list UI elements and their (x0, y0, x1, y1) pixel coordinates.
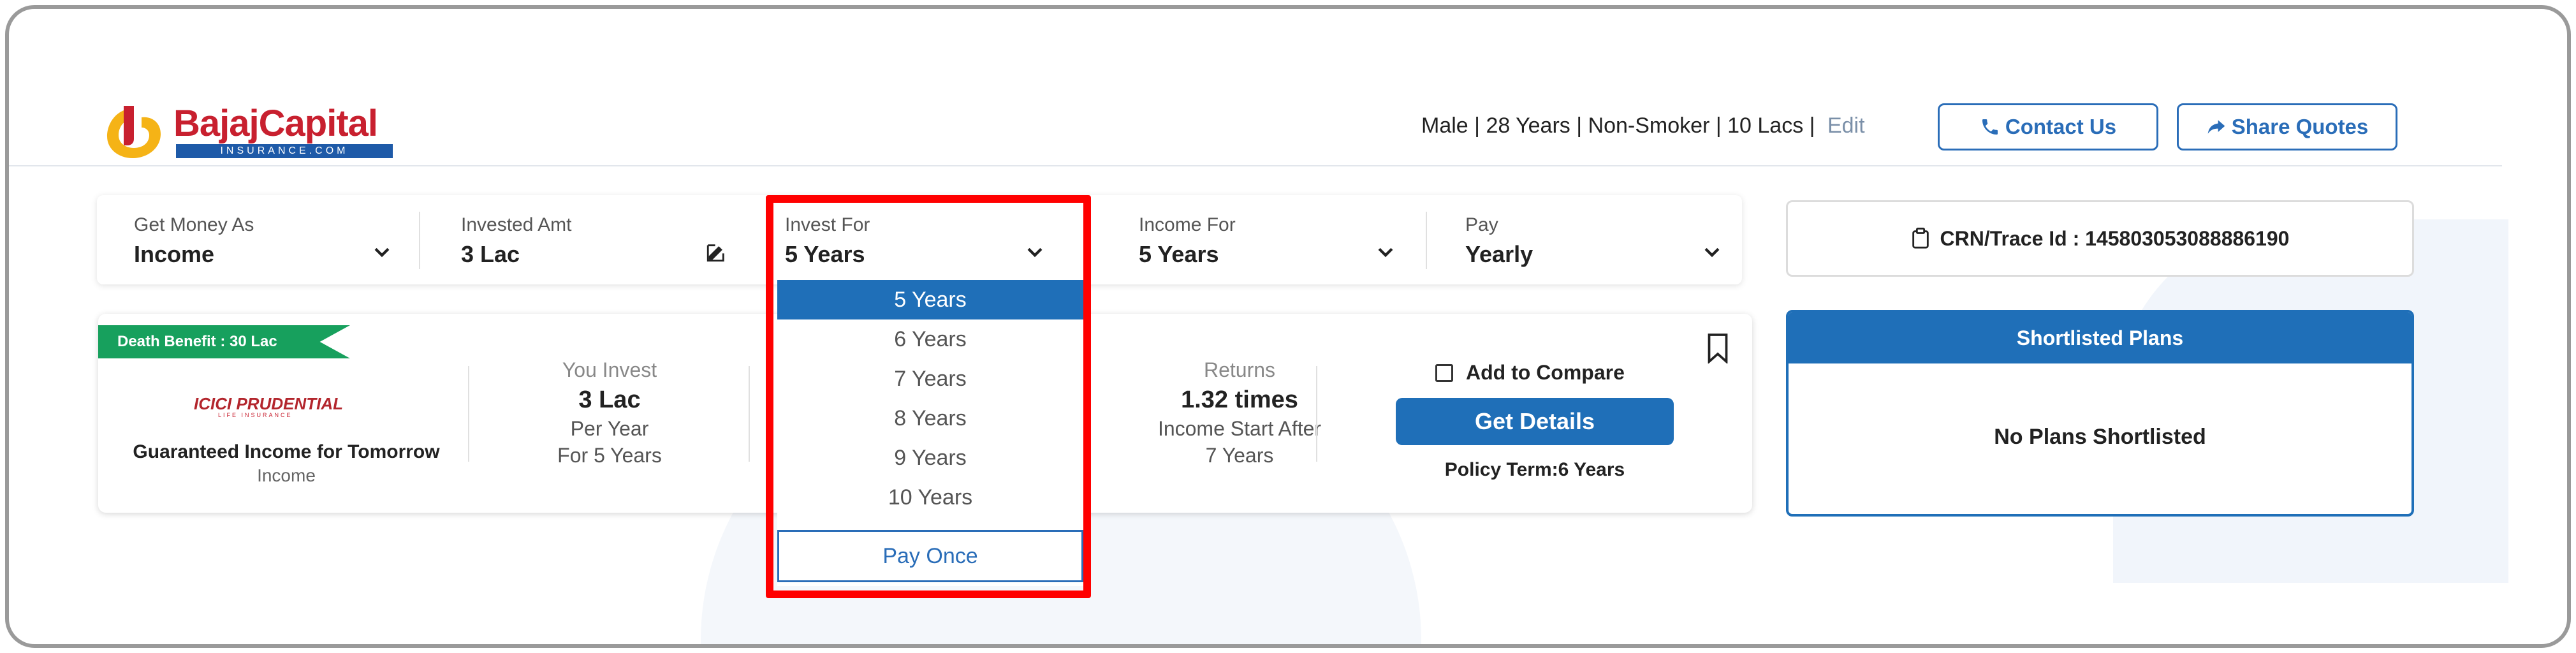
profile-cover: 10 Lacs | (1727, 114, 1815, 138)
chevron-down-icon (1704, 247, 1720, 258)
crn-trace-id: CRN/Trace Id : 145803053088886190 (1786, 200, 2414, 277)
chevron-down-icon (1378, 247, 1393, 258)
policy-term: Policy Term:6 Years (1444, 459, 1625, 480)
profile-smoker: Non-Smoker | (1588, 114, 1722, 138)
profile-age: 28 Years | (1486, 114, 1583, 138)
brand-name: BajajCapital (173, 103, 378, 144)
returns-column: Returns 1.32 times Income Start After 7 … (1093, 358, 1386, 471)
profile-gender: Male | (1421, 114, 1480, 138)
edit-profile-link[interactable]: Edit (1827, 114, 1865, 138)
plan-divider (749, 366, 750, 462)
chevron-down-icon (374, 247, 390, 258)
header-divider (9, 165, 2502, 166)
add-to-compare-label: Add to Compare (1466, 361, 1625, 384)
share-quotes-label: Share Quotes (2231, 115, 2369, 138)
dropdown-option[interactable]: 6 Years (777, 319, 1083, 359)
invest-value: 3 Lac (578, 386, 641, 413)
invest-frequency: Per Year (570, 417, 649, 440)
invest-duration: For 5 Years (557, 444, 662, 467)
invested-amt-field[interactable]: Invested Amt 3 Lac (420, 195, 754, 284)
invest-column: You Invest 3 Lac Per Year For 5 Years (469, 358, 750, 471)
income-start-label: Income Start After (1157, 417, 1322, 440)
invest-for-value: 5 Years (785, 241, 865, 267)
invest-for-select[interactable]: Invest For 5 Years (766, 195, 1091, 284)
insurer-logo: ICICI PRUDENTIAL LIFE INSURANCE (194, 394, 343, 418)
clipboard-icon (1912, 228, 1929, 249)
shortlisted-plans-title: Shortlisted Plans (1789, 312, 2411, 363)
chevron-down-icon (1027, 247, 1043, 258)
insurer-subtitle: LIFE INSURANCE (218, 412, 293, 418)
dropdown-option[interactable]: 5 Years (777, 280, 1083, 319)
dropdown-option[interactable]: 7 Years (777, 359, 1083, 399)
plan-name: Guaranteed Income for Tomorrow (133, 441, 440, 462)
shortlisted-plans-empty: No Plans Shortlisted (1994, 425, 2206, 449)
edit-icon[interactable] (705, 241, 727, 264)
get-money-as-label: Get Money As (134, 214, 254, 235)
contact-us-button[interactable]: Contact Us (1938, 103, 2158, 150)
income-start-value: 7 Years (1205, 444, 1274, 467)
phone-icon (1982, 119, 1998, 135)
insurer-name: ICICI PRUDENTIAL (194, 394, 343, 413)
dropdown-option[interactable]: 10 Years (777, 478, 1083, 517)
bookmark-icon[interactable] (1706, 333, 1729, 363)
pay-label: Pay (1465, 214, 1498, 235)
returns-label: Returns (1203, 358, 1276, 381)
shortlisted-plans-panel: Shortlisted Plans No Plans Shortlisted (1786, 310, 2414, 517)
death-benefit-ribbon: Death Benefit : 30 Lac (98, 325, 350, 358)
brand-logo-icon (107, 106, 161, 158)
dropdown-option[interactable]: 8 Years (777, 399, 1083, 438)
income-for-label: Income For (1139, 214, 1236, 235)
dropdown-option[interactable]: 9 Years (777, 438, 1083, 478)
invested-amt-label: Invested Amt (461, 214, 572, 235)
get-money-as-select[interactable]: Get Money As Income (97, 195, 419, 284)
invest-label: You Invest (562, 358, 657, 381)
get-money-as-value: Income (134, 241, 215, 267)
plan-type: Income (257, 466, 316, 485)
checkbox-icon[interactable] (1435, 363, 1453, 382)
invest-for-label: Invest For (785, 214, 870, 235)
plan-divider (1316, 366, 1317, 462)
pay-select[interactable]: Pay Yearly (1427, 195, 1742, 284)
add-to-compare-checkbox[interactable]: Add to Compare (1435, 361, 1625, 385)
crn-text: CRN/Trace Id : 145803053088886190 (1940, 226, 2290, 250)
brand-logo[interactable]: BajajCapital INSURANCE.COM (105, 98, 404, 162)
pay-value: Yearly (1465, 241, 1533, 267)
invested-amt-value: 3 Lac (461, 241, 520, 267)
returns-value: 1.32 times (1181, 386, 1298, 413)
brand-subtitle: INSURANCE.COM (176, 144, 393, 158)
invest-for-dropdown: 5 Years 6 Years 7 Years 8 Years 9 Years … (777, 280, 1083, 586)
pay-once-option[interactable]: Pay Once (777, 530, 1083, 582)
income-for-value: 5 Years (1139, 241, 1219, 267)
income-for-select[interactable]: Income For 5 Years (1101, 195, 1426, 284)
filter-bar: Get Money As Income Invested Amt 3 Lac I… (97, 195, 1742, 284)
contact-us-label: Contact Us (2005, 115, 2117, 138)
profile-summary: Male | 28 Years | Non-Smoker | 10 Lacs |… (1421, 114, 1865, 138)
share-icon (2207, 120, 2225, 134)
share-quotes-button[interactable]: Share Quotes (2177, 103, 2397, 150)
screenshot-frame: BajajCapital INSURANCE.COM Male | 28 Yea… (5, 5, 2571, 648)
get-details-button[interactable]: Get Details (1396, 398, 1674, 445)
